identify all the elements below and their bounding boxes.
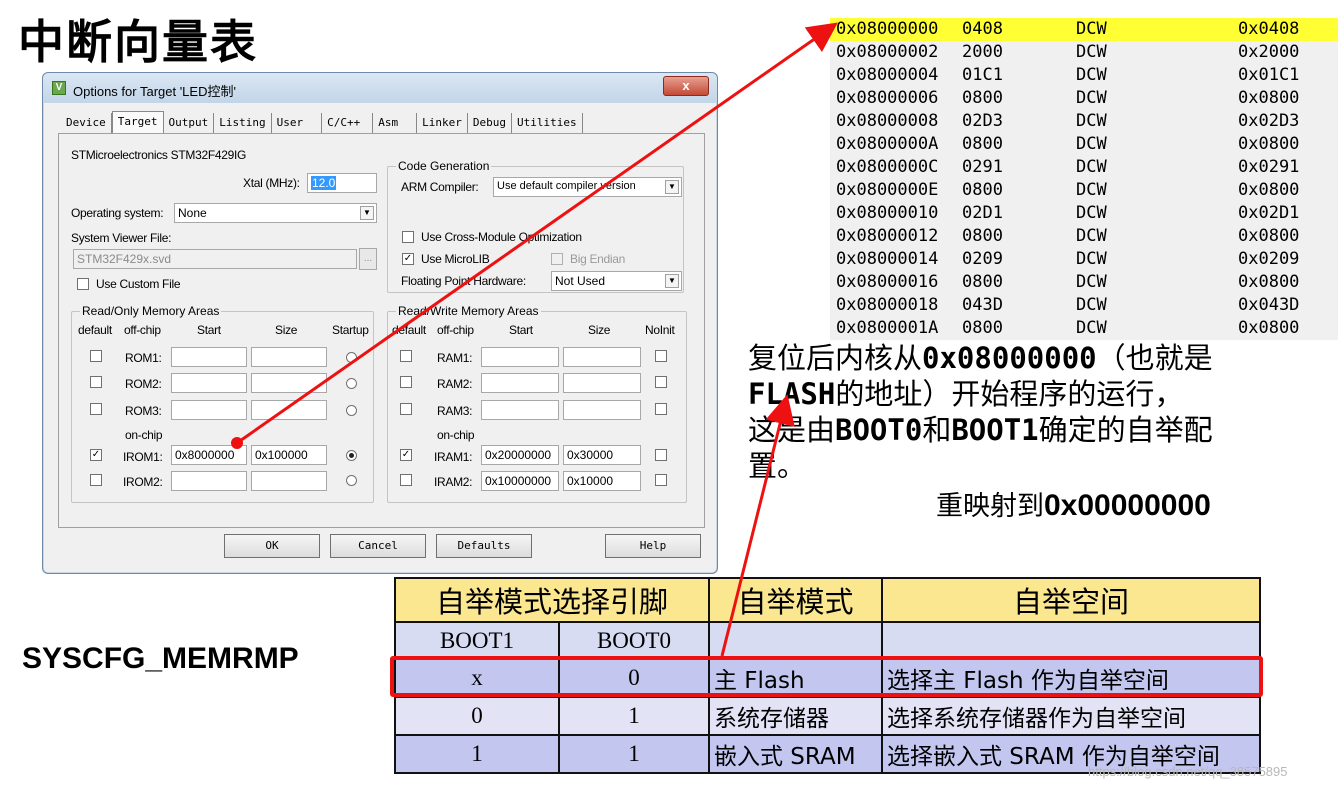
watermark: https://blog.csdn.net/qq_38575895 (1088, 764, 1288, 779)
annotation-arrows (231, 22, 838, 657)
arrow-to-description (720, 394, 795, 657)
arrow-to-vector-table (236, 22, 838, 445)
